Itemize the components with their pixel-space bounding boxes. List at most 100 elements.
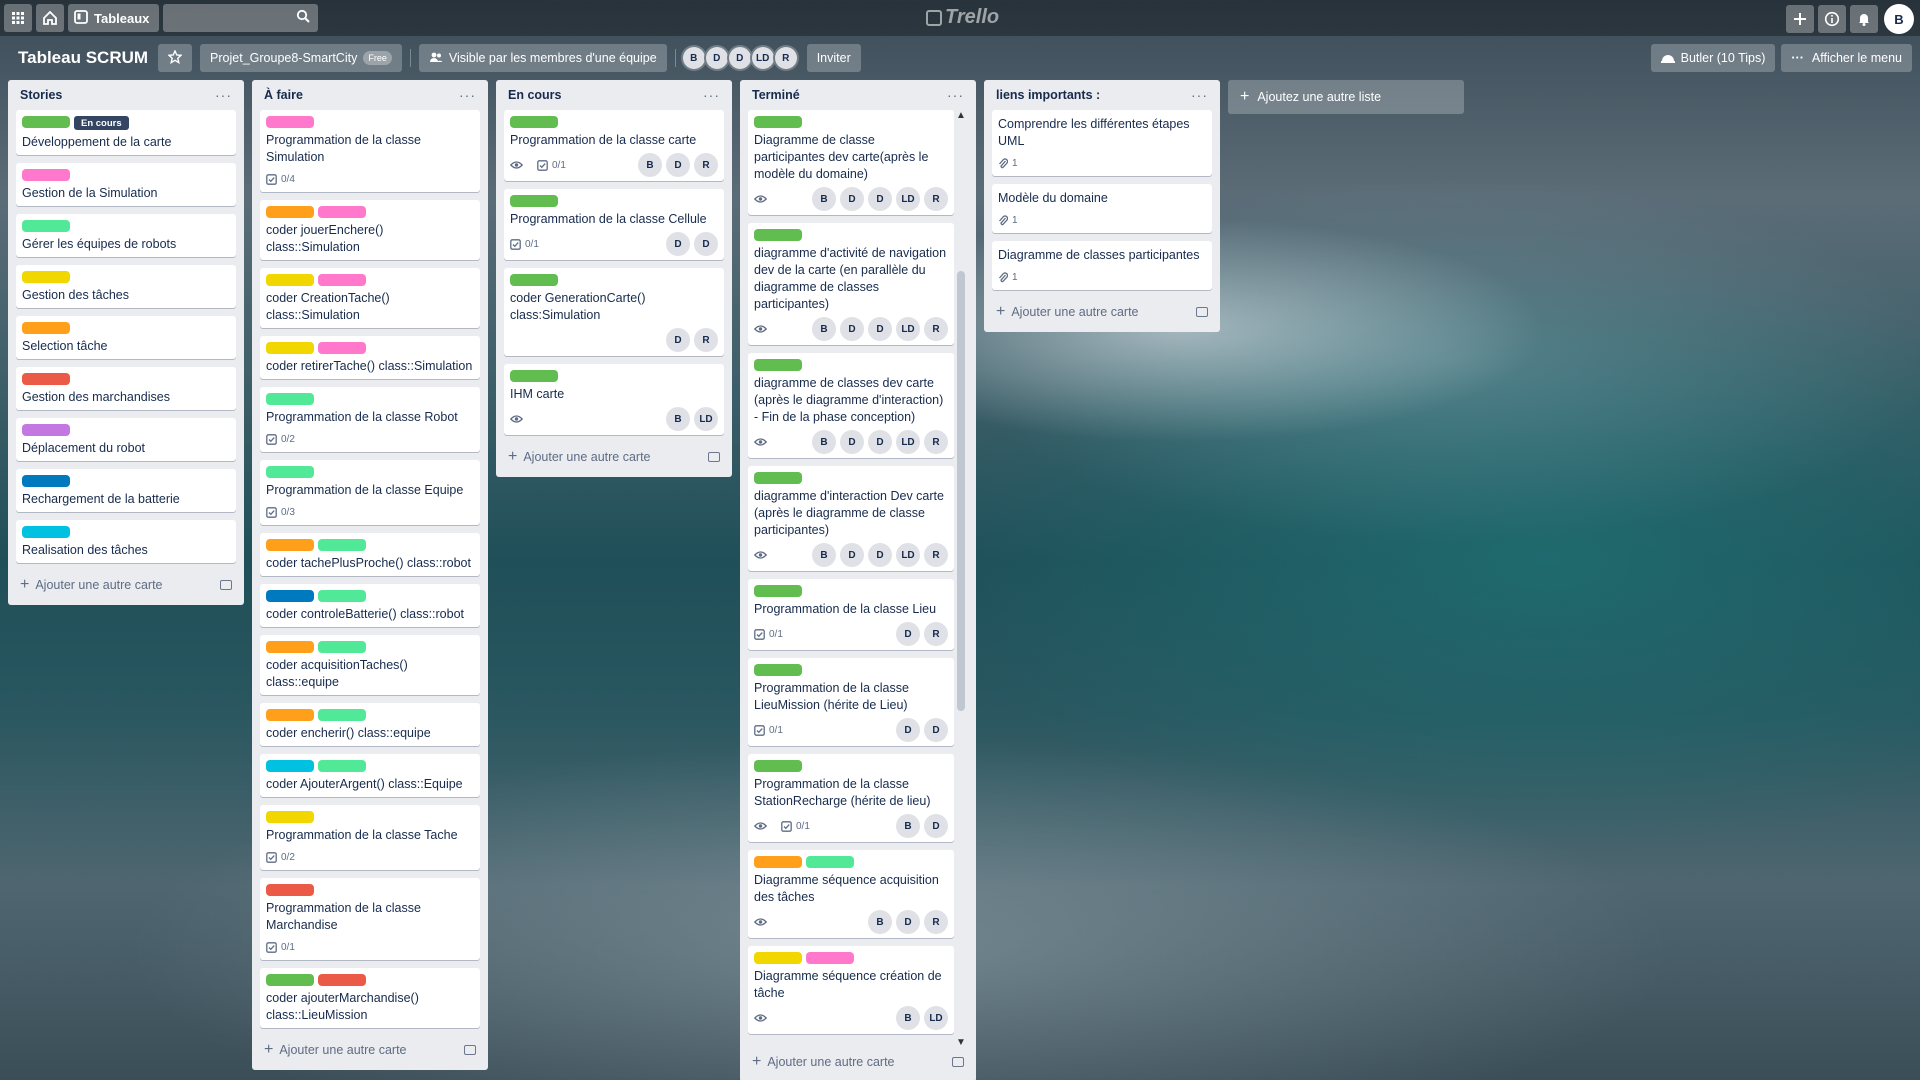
card[interactable]: Gérer les équipes de robots bbox=[16, 214, 236, 257]
card-template-icon[interactable] bbox=[952, 1057, 964, 1067]
scrollbar[interactable]: ▲ ▼ bbox=[954, 110, 968, 1048]
member-avatar[interactable]: B bbox=[896, 1006, 920, 1030]
member-avatar[interactable]: D bbox=[896, 718, 920, 742]
notifications-bell-icon[interactable] bbox=[1850, 5, 1878, 33]
label-pink[interactable] bbox=[318, 206, 366, 218]
card[interactable]: Programmation de la classe Tache 0/2 bbox=[260, 805, 480, 870]
card[interactable]: Programmation de la classe Cellule 0/1 D D bbox=[504, 189, 724, 260]
card[interactable]: coder AjouterArgent() class::Equipe bbox=[260, 754, 480, 797]
label-green[interactable] bbox=[754, 664, 802, 676]
label-yellow[interactable] bbox=[266, 274, 314, 286]
member-avatar[interactable]: R bbox=[772, 45, 799, 71]
add-card-button[interactable]: + Ajouter une autre carte bbox=[992, 298, 1212, 326]
card[interactable]: coder ajouterMarchandise() class::LieuMi… bbox=[260, 968, 480, 1028]
member-avatar[interactable]: D bbox=[924, 814, 948, 838]
card[interactable]: coder encherir() class::equipe bbox=[260, 703, 480, 746]
home-icon[interactable] bbox=[36, 4, 64, 32]
card[interactable]: Gestion des marchandises bbox=[16, 367, 236, 410]
add-card-button[interactable]: + Ajouter une autre carte bbox=[16, 571, 236, 599]
member-avatar[interactable]: D bbox=[924, 718, 948, 742]
label-red[interactable] bbox=[266, 884, 314, 896]
member-avatar[interactable]: B bbox=[666, 407, 690, 431]
member-avatar[interactable]: D bbox=[694, 232, 718, 256]
scroll-up-arrow-icon[interactable]: ▲ bbox=[954, 110, 968, 121]
info-icon[interactable] bbox=[1818, 5, 1846, 33]
label-red[interactable] bbox=[22, 373, 70, 385]
card[interactable]: Gestion des tâches bbox=[16, 265, 236, 308]
label-mint[interactable] bbox=[318, 539, 366, 551]
scroll-down-arrow-icon[interactable]: ▼ bbox=[954, 1037, 968, 1048]
card[interactable]: Diagramme séquence acquisition des tâche… bbox=[748, 850, 954, 938]
add-card-button[interactable]: + Ajouter une autre carte bbox=[748, 1048, 968, 1076]
member-avatar[interactable]: B bbox=[868, 910, 892, 934]
member-avatar[interactable]: B bbox=[680, 45, 707, 71]
label-yellow[interactable] bbox=[22, 271, 70, 283]
list-menu-dots-icon[interactable]: ··· bbox=[1191, 87, 1208, 103]
list-title[interactable]: À faire bbox=[264, 88, 303, 102]
add-card-button[interactable]: + Ajouter une autre carte bbox=[504, 443, 724, 471]
label-orange[interactable] bbox=[266, 539, 314, 551]
list-title[interactable]: En cours bbox=[508, 88, 562, 102]
label-yellow[interactable] bbox=[266, 342, 314, 354]
card[interactable]: coder CreationTache() class::Simulation bbox=[260, 268, 480, 328]
card[interactable]: Comprendre les différentes étapes UML 1 bbox=[992, 110, 1212, 176]
card[interactable]: IHM carte B LD bbox=[504, 364, 724, 435]
card[interactable]: diagramme de classes dev carte (après le… bbox=[748, 353, 954, 458]
member-avatar[interactable]: R bbox=[924, 910, 948, 934]
member-avatar[interactable]: D bbox=[868, 543, 892, 567]
member-avatar[interactable]: D bbox=[840, 430, 864, 454]
label-mint[interactable] bbox=[266, 466, 314, 478]
member-avatar[interactable]: B bbox=[812, 430, 836, 454]
add-card-link[interactable]: + Ajouter une autre carte bbox=[508, 448, 651, 466]
member-avatar[interactable]: D bbox=[666, 153, 690, 177]
member-avatar[interactable]: LD bbox=[896, 317, 920, 341]
create-plus-icon[interactable] bbox=[1786, 5, 1814, 33]
card[interactable]: En cours Développement de la carte bbox=[16, 110, 236, 155]
add-card-button[interactable]: + Ajouter une autre carte bbox=[260, 1036, 480, 1064]
label-yellow[interactable] bbox=[266, 811, 314, 823]
card[interactable]: Diagramme de classe participantes dev ca… bbox=[748, 110, 954, 215]
label-blue[interactable] bbox=[22, 475, 70, 487]
board-title[interactable]: Tableau SCRUM bbox=[8, 48, 158, 68]
label-orange[interactable] bbox=[266, 709, 314, 721]
member-avatar[interactable]: R bbox=[924, 543, 948, 567]
card[interactable]: coder jouerEnchere() class::Simulation bbox=[260, 200, 480, 260]
label-green[interactable] bbox=[754, 585, 802, 597]
scrollbar-thumb[interactable] bbox=[957, 271, 965, 711]
member-avatar[interactable]: LD bbox=[896, 430, 920, 454]
label-mint[interactable] bbox=[318, 641, 366, 653]
member-avatar[interactable]: D bbox=[868, 317, 892, 341]
label-orange[interactable] bbox=[22, 322, 70, 334]
card[interactable]: Diagramme de classes participantes 1 bbox=[992, 241, 1212, 290]
status-label[interactable]: En cours bbox=[74, 116, 129, 130]
card[interactable]: coder controleBatterie() class::robot bbox=[260, 584, 480, 627]
label-orange[interactable] bbox=[266, 641, 314, 653]
star-button[interactable] bbox=[158, 44, 193, 72]
member-avatar[interactable]: B bbox=[812, 187, 836, 211]
card-template-icon[interactable] bbox=[1196, 307, 1208, 317]
label-green[interactable] bbox=[754, 359, 802, 371]
label-green[interactable] bbox=[510, 195, 558, 207]
member-avatar[interactable]: D bbox=[868, 187, 892, 211]
card[interactable]: Gestion de la Simulation bbox=[16, 163, 236, 206]
label-mint[interactable] bbox=[318, 760, 366, 772]
member-avatar[interactable]: B bbox=[812, 317, 836, 341]
member-avatar[interactable]: LD bbox=[896, 187, 920, 211]
member-avatar[interactable]: D bbox=[703, 45, 730, 71]
card[interactable]: Programmation de la classe carte 0/1 B D R bbox=[504, 110, 724, 181]
card[interactable]: Programmation de la classe LieuMission (… bbox=[748, 658, 954, 746]
card[interactable]: Programmation de la classe Robot 0/2 bbox=[260, 387, 480, 452]
card[interactable]: coder tachePlusProche() class::robot bbox=[260, 533, 480, 576]
member-avatar[interactable]: D bbox=[840, 187, 864, 211]
label-mint[interactable] bbox=[318, 590, 366, 602]
label-sky[interactable] bbox=[22, 526, 70, 538]
search-input[interactable] bbox=[163, 4, 319, 32]
show-menu-button[interactable]: ··· Afficher le menu bbox=[1781, 44, 1912, 72]
member-avatar[interactable]: D bbox=[896, 910, 920, 934]
label-mint[interactable] bbox=[22, 220, 70, 232]
card-template-icon[interactable] bbox=[464, 1045, 476, 1055]
card[interactable]: Programmation de la classe Marchandise 0/… bbox=[260, 878, 480, 960]
label-yellow[interactable] bbox=[754, 952, 802, 964]
member-avatar[interactable]: D bbox=[868, 430, 892, 454]
label-orange[interactable] bbox=[266, 206, 314, 218]
